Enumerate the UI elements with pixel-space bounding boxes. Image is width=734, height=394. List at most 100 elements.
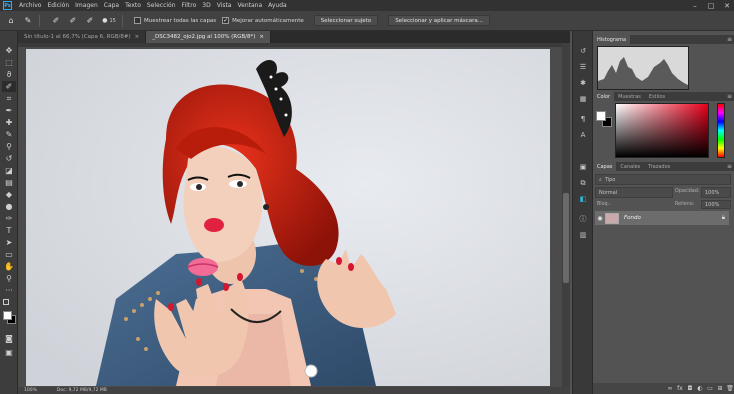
menu-imagen[interactable]: Imagen [72,2,101,9]
add-selection-brush-icon[interactable]: ✐ [67,15,79,27]
more-tools-icon[interactable]: ··· [2,285,16,296]
scrollbar-thumb[interactable] [563,193,569,283]
tab-untitled-1[interactable]: Sin título-1 al 66,7% (Capa 6, RGB/8#) × [18,31,147,43]
hue-slider[interactable] [717,103,725,158]
doc-size-info[interactable]: Doc: 9,72 MB/9,72 MB [57,388,107,393]
select-subject-button[interactable]: Seleccionar sujeto [313,15,379,26]
lock-label: Bloq.: [597,202,611,207]
eraser-tool-icon[interactable]: ◪ [2,165,16,176]
type-tool-icon[interactable]: T [2,225,16,236]
delete-layer-icon[interactable]: 🗑︎ [725,385,734,392]
color-swatches[interactable] [596,111,614,129]
quick-selection-tool-icon[interactable]: ✐ [2,81,16,92]
add-mask-icon[interactable]: ◘ [685,385,695,392]
minimize-button[interactable]: – [688,0,702,11]
color-picker-field[interactable] [615,103,709,158]
tab-swatches[interactable]: Muestras [614,92,645,101]
lasso-tool-icon[interactable]: ϑ [2,69,16,80]
photoshop-logo[interactable]: Ps [3,1,12,10]
blur-tool-icon[interactable]: ◆ [2,189,16,200]
healing-brush-tool-icon[interactable]: ✚ [2,117,16,128]
zoom-level[interactable]: 100% [24,388,37,393]
foreground-swatch[interactable] [596,111,606,121]
sample-all-layers-checkbox[interactable] [134,17,141,24]
quick-mask-icon[interactable]: ◙ [2,333,16,344]
tab-paths[interactable]: Trazados [644,162,674,171]
brush-settings-icon[interactable]: ▦ [577,93,589,105]
home-icon[interactable]: ⌂ [5,15,17,27]
adjustments-icon[interactable]: ✱ [577,77,589,89]
select-and-mask-button[interactable]: Seleccionar y aplicar máscara... [388,15,490,26]
opacity-field[interactable]: 100% [701,187,731,198]
panel-menu-icon[interactable]: ≡ [727,92,732,101]
history-icon[interactable]: ↺ [577,45,589,57]
tab-color[interactable]: Color [593,92,615,101]
shape-tool-icon[interactable]: ▭ [2,249,16,260]
new-group-icon[interactable]: ▭ [705,385,715,392]
blend-mode-dropdown[interactable]: Normal [595,187,673,198]
brush-tool-icon[interactable]: ✎ [2,129,16,140]
gradient-tool-icon[interactable]: ▤ [2,177,16,188]
canvas-vertical-scrollbar[interactable] [562,43,570,387]
layer-filter-dropdown[interactable]: ⌕ Tipo [595,174,731,185]
menu-filtro[interactable]: Filtro [179,2,200,9]
menu-ayuda[interactable]: Ayuda [265,2,290,9]
zoom-tool-icon[interactable]: ⚲ [2,273,16,284]
info-icon[interactable]: ⓘ [577,213,589,225]
menu-3d[interactable]: 3D [199,2,213,9]
pen-tool-icon[interactable]: ✑ [2,213,16,224]
link-layers-icon[interactable]: ∞ [665,385,675,392]
default-colors-icon[interactable] [3,299,9,305]
color-panel-header: Color Muestras Estilos ≡ [593,92,734,101]
adjustment-layer-icon[interactable]: ◐ [695,385,705,392]
marquee-tool-icon[interactable]: ⬚ [2,57,16,68]
move-tool-icon[interactable]: ✥ [2,45,16,56]
panel-menu-icon[interactable]: ≡ [727,162,732,171]
path-selection-tool-icon[interactable]: ➤ [2,237,16,248]
screen-mode-icon[interactable]: ▣ [2,347,16,358]
menu-capa[interactable]: Capa [101,2,122,9]
menu-edicion[interactable]: Edición [44,2,72,9]
tool-preset-icon[interactable]: ✎ [22,15,34,27]
tab-channels[interactable]: Canales [616,162,644,171]
glyphs-icon[interactable]: ⧉ [577,177,589,189]
tab-dsc3482[interactable]: _DSC3482_ojo2.jpg al 100% (RGB/8*) × [146,31,272,43]
auto-enhance-checkbox[interactable]: ✓ [222,17,230,24]
visibility-eye-icon[interactable]: ◉ [595,215,605,222]
close-tab-icon[interactable]: × [135,34,140,40]
clone-stamp-tool-icon[interactable]: ⚲ [2,141,16,152]
navigator-icon[interactable]: ▥ [577,229,589,241]
tab-histogram[interactable]: Histograma [593,35,631,44]
canvas-area[interactable] [18,43,570,387]
tab-layers[interactable]: Capas [593,162,617,171]
layer-style-icon[interactable]: fx [675,385,685,392]
eyedropper-tool-icon[interactable]: ✒ [2,105,16,116]
maximize-button[interactable]: □ [704,0,718,11]
subtract-selection-brush-icon[interactable]: ✐ [84,15,96,27]
menu-archivo[interactable]: Archivo [16,2,44,9]
color-lookup-icon[interactable]: ◧ [577,193,589,205]
document-canvas-photo[interactable] [26,49,550,386]
foreground-color-swatch[interactable] [3,311,12,320]
menu-ventana[interactable]: Ventana [234,2,265,9]
close-tab-icon[interactable]: × [259,34,264,40]
dodge-tool-icon[interactable]: ● [2,201,16,212]
history-brush-tool-icon[interactable]: ↺ [2,153,16,164]
fill-field[interactable]: 100% [701,200,731,209]
paragraph-icon[interactable]: ¶ [577,113,589,125]
close-window-button[interactable]: ✕ [720,0,734,11]
properties-icon[interactable]: ☰ [577,61,589,73]
brush-size-picker[interactable]: ● 15 [101,15,117,27]
menu-texto[interactable]: Texto [122,2,144,9]
new-selection-brush-icon[interactable]: ✐ [50,15,62,27]
layer-row-fondo[interactable]: ◉ Fondo 🔒︎ [595,211,729,225]
new-layer-icon[interactable]: ⊞ [715,385,725,392]
hand-tool-icon[interactable]: ✋ [2,261,16,272]
menu-vista[interactable]: Vista [214,2,235,9]
tab-styles[interactable]: Estilos [645,92,669,101]
crop-tool-icon[interactable]: ⌗ [2,93,16,104]
panel-menu-icon[interactable]: ≡ [727,35,732,44]
libraries-icon[interactable]: ▣ [577,161,589,173]
character-icon[interactable]: A [577,129,589,141]
menu-seleccion[interactable]: Selección [144,2,179,9]
